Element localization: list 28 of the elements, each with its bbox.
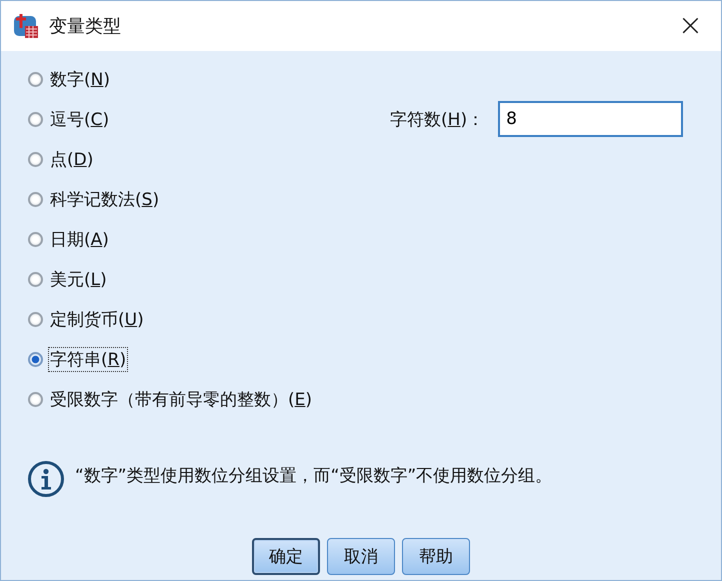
app-icon <box>13 13 39 39</box>
radio-option[interactable]: 定制货币(U) <box>27 305 148 334</box>
radio-button[interactable] <box>28 72 43 87</box>
radio-button[interactable] <box>28 232 43 247</box>
input-field[interactable]: 8 <box>498 101 684 137</box>
radio-button[interactable] <box>28 312 43 327</box>
field-label: 字符数(H)： <box>390 108 484 130</box>
radio-button[interactable] <box>28 272 43 287</box>
radio-option[interactable]: 受限数字（带有前导零的整数）(E) <box>27 385 316 414</box>
info-text: “数字”类型使用数位分组设置，而“受限数字”不使用数位分组。 <box>75 465 552 487</box>
radio-option[interactable]: 科学记数法(S) <box>27 185 164 214</box>
radio-button[interactable] <box>28 392 43 407</box>
dialog-button[interactable]: 确定 <box>252 538 320 575</box>
info-icon <box>27 460 65 498</box>
radio-option[interactable]: 日期(A) <box>27 225 113 254</box>
radio-button[interactable] <box>28 192 43 207</box>
window-title: 变量类型 <box>49 15 122 38</box>
radio-option[interactable]: 点(D) <box>27 145 98 174</box>
dialog-button[interactable]: 帮助 <box>402 538 470 575</box>
radio-button[interactable] <box>28 352 43 367</box>
radio-option[interactable]: 逗号(C) <box>27 105 114 134</box>
radio-button[interactable] <box>28 112 43 127</box>
radio-option[interactable]: 数字(N) <box>27 65 114 94</box>
radio-option[interactable]: 美元(L) <box>27 265 111 294</box>
radio-button[interactable] <box>28 152 43 167</box>
close-button[interactable]: × <box>674 11 707 41</box>
dialog-button[interactable]: 取消 <box>327 538 395 575</box>
radio-option[interactable]: 字符串(R) <box>27 345 130 374</box>
